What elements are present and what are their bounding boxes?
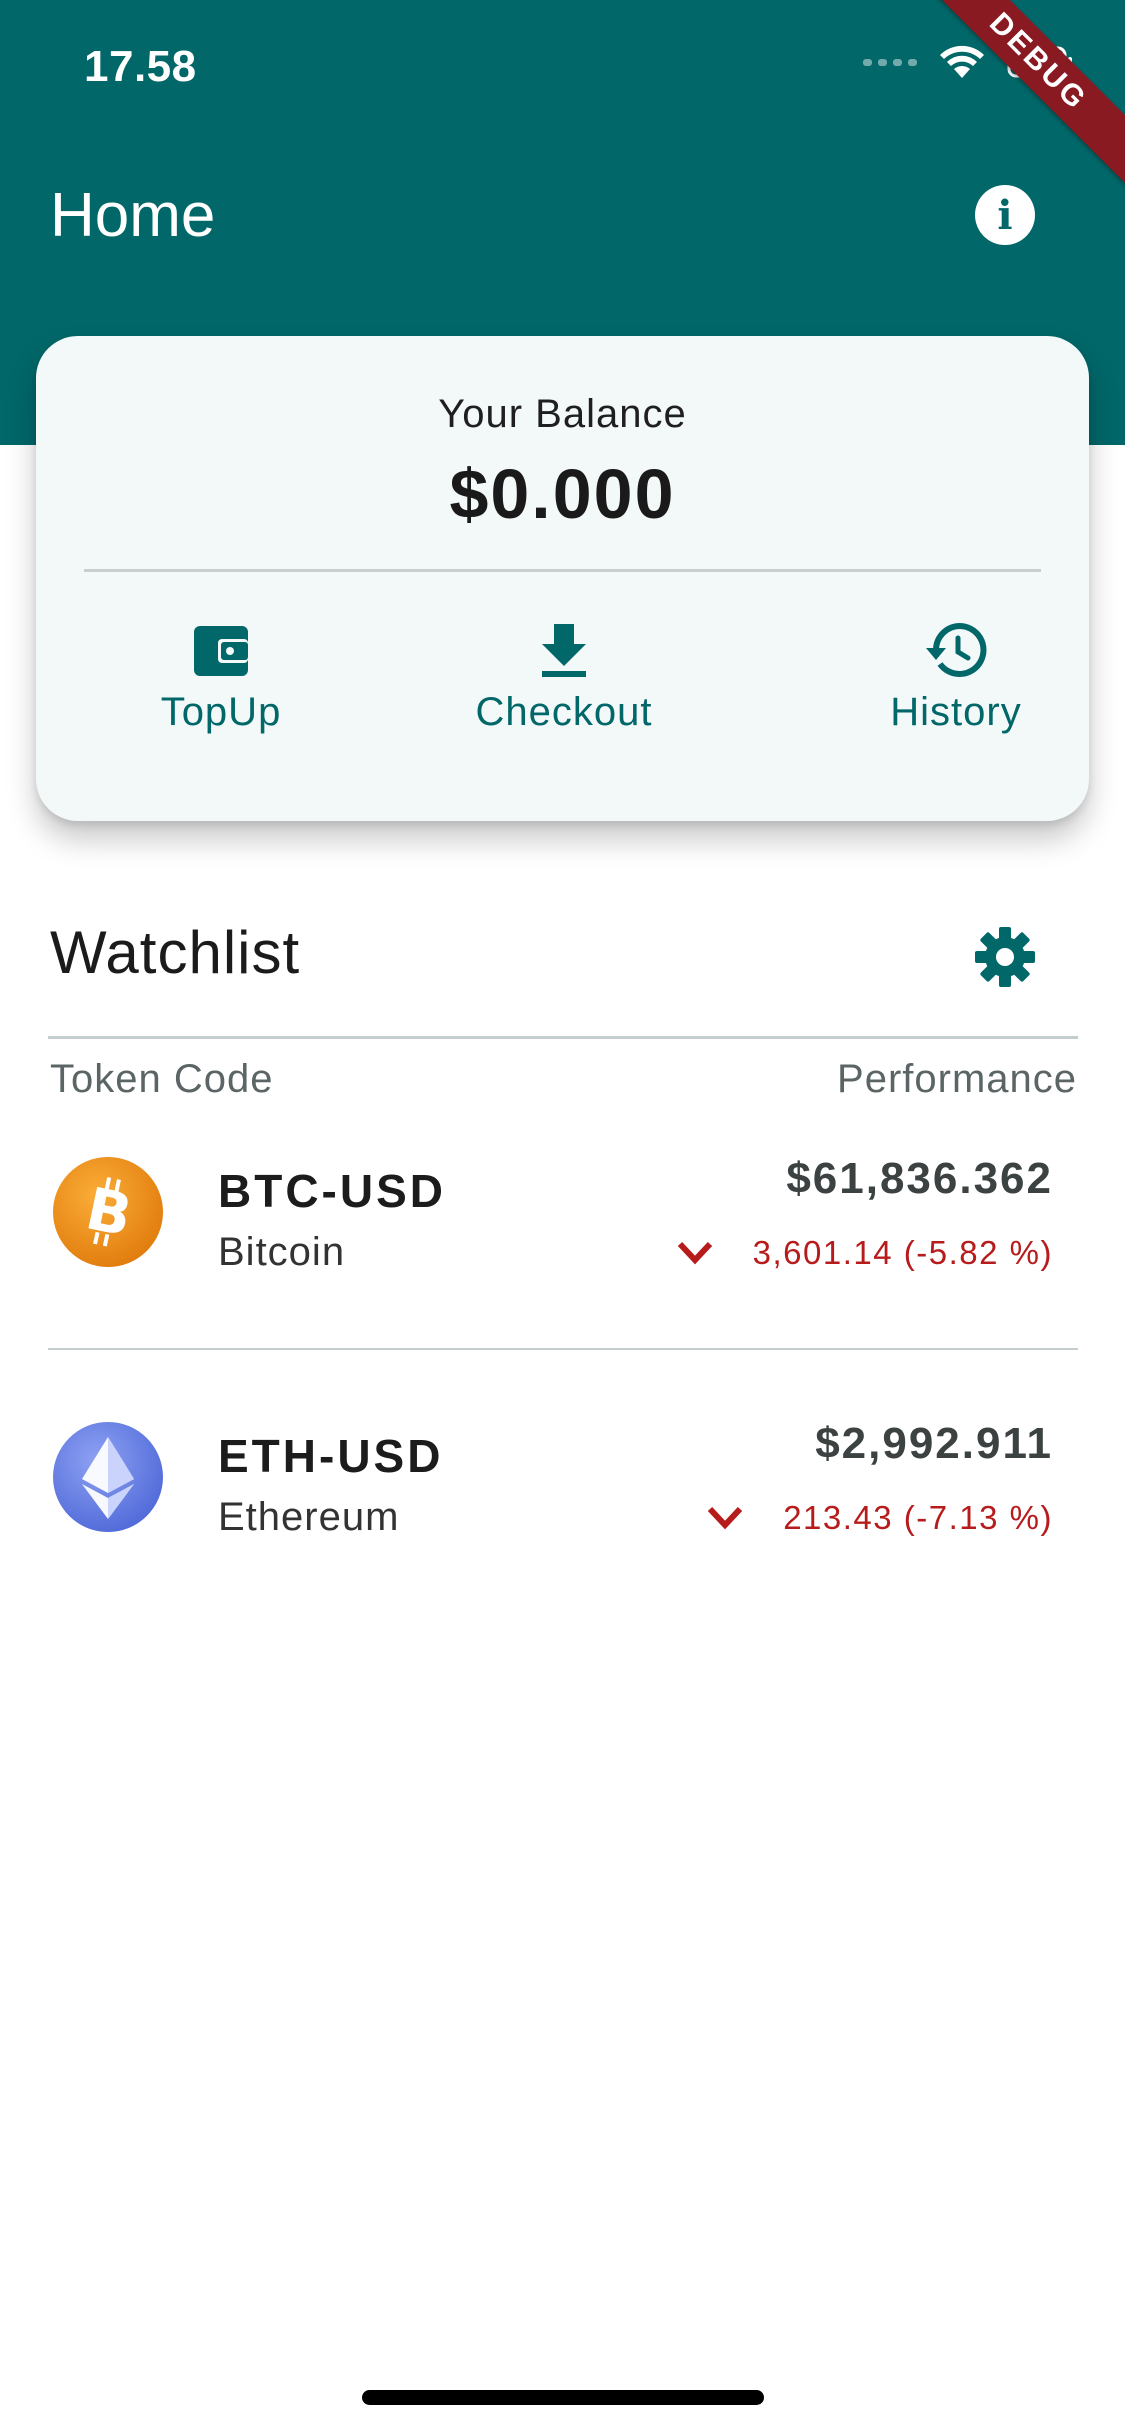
list-item[interactable]: ETH-USD Ethereum $2,992.911 213.43 (-7.1… [0, 1405, 1125, 1605]
debug-banner: DEBUG [904, 0, 1125, 196]
download-icon [542, 624, 586, 677]
ethereum-icon [53, 1422, 163, 1532]
watchlist-title: Watchlist [50, 919, 301, 986]
gear-icon[interactable] [973, 925, 1037, 989]
token-code: ETH-USD [218, 1430, 444, 1482]
chevron-down-icon [677, 1241, 712, 1265]
token-name: Bitcoin [218, 1230, 346, 1274]
history-button[interactable]: History [856, 622, 1056, 735]
topup-label: TopUp [160, 690, 282, 734]
cellular-signal-icon [863, 58, 917, 66]
page-title: Home [50, 181, 216, 250]
list-item[interactable]: B BTC-USD Bitcoin $61,836.362 3,601.14 (… [0, 1140, 1125, 1340]
token-price: $61,836.362 [786, 1154, 1053, 1203]
row-divider [48, 1348, 1078, 1350]
token-price: $2,992.911 [815, 1419, 1053, 1468]
column-performance: Performance [837, 1057, 1077, 1101]
balance-amount: $0.000 [449, 455, 676, 533]
token-name: Ethereum [218, 1495, 400, 1539]
watchlist-divider [48, 1036, 1078, 1039]
token-change-value: 3,601.14 (-5.82 %) [752, 1234, 1053, 1271]
token-change-value: 213.43 (-7.13 %) [783, 1499, 1053, 1536]
token-change: 213.43 (-7.13 %) [707, 1499, 1053, 1537]
wifi-icon [940, 45, 984, 78]
checkout-button[interactable]: Checkout [449, 622, 679, 735]
topup-button[interactable]: TopUp [121, 622, 321, 735]
bitcoin-icon: B [53, 1157, 163, 1267]
column-token-code: Token Code [50, 1057, 274, 1101]
home-indicator[interactable] [362, 2390, 764, 2405]
history-label: History [890, 690, 1022, 734]
card-divider [84, 569, 1041, 572]
token-code: BTC-USD [218, 1165, 446, 1217]
info-icon[interactable]: i [975, 185, 1035, 245]
chevron-down-icon [707, 1506, 743, 1530]
balance-label: Your Balance [438, 392, 687, 436]
status-time: 17.58 [84, 42, 197, 91]
history-icon [926, 623, 987, 677]
wallet-icon [194, 626, 248, 676]
checkout-label: Checkout [475, 690, 653, 734]
balance-card: Your Balance $0.000 TopUp Checkout Histo… [36, 336, 1089, 821]
token-change: 3,601.14 (-5.82 %) [677, 1234, 1053, 1272]
